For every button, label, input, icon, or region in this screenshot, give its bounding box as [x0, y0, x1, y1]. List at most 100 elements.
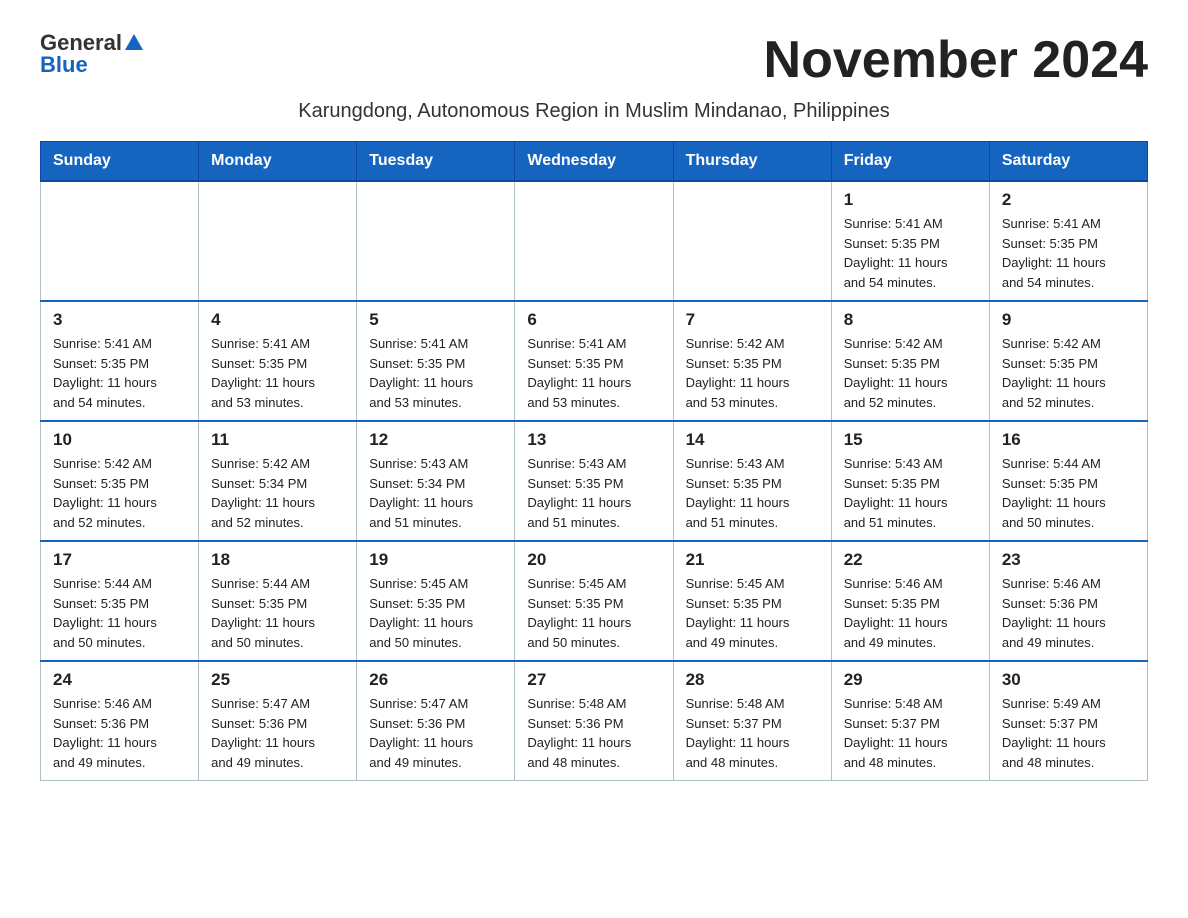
day-number: 15 — [844, 430, 977, 450]
calendar-cell: 21 Sunrise: 5:45 AM Sunset: 5:35 PM Dayli… — [673, 541, 831, 661]
day-info: Sunrise: 5:43 AM Sunset: 5:35 PM Dayligh… — [527, 454, 660, 532]
calendar-header: SundayMondayTuesdayWednesdayThursdayFrid… — [41, 142, 1148, 182]
day-info: Sunrise: 5:47 AM Sunset: 5:36 PM Dayligh… — [369, 694, 502, 772]
col-header-monday: Monday — [199, 142, 357, 182]
calendar-week-2: 3 Sunrise: 5:41 AM Sunset: 5:35 PM Daylig… — [41, 301, 1148, 421]
day-info: Sunrise: 5:42 AM Sunset: 5:34 PM Dayligh… — [211, 454, 344, 532]
day-number: 2 — [1002, 190, 1135, 210]
day-number: 13 — [527, 430, 660, 450]
day-number: 3 — [53, 310, 186, 330]
day-number: 1 — [844, 190, 977, 210]
calendar-cell — [673, 181, 831, 301]
day-number: 20 — [527, 550, 660, 570]
calendar-cell: 18 Sunrise: 5:44 AM Sunset: 5:35 PM Dayli… — [199, 541, 357, 661]
calendar-cell: 27 Sunrise: 5:48 AM Sunset: 5:36 PM Dayli… — [515, 661, 673, 781]
calendar-cell: 28 Sunrise: 5:48 AM Sunset: 5:37 PM Dayli… — [673, 661, 831, 781]
day-info: Sunrise: 5:46 AM Sunset: 5:36 PM Dayligh… — [1002, 574, 1135, 652]
calendar-cell: 8 Sunrise: 5:42 AM Sunset: 5:35 PM Daylig… — [831, 301, 989, 421]
day-number: 21 — [686, 550, 819, 570]
day-number: 22 — [844, 550, 977, 570]
logo: General Blue — [40, 30, 143, 78]
logo-blue: Blue — [40, 52, 88, 78]
day-info: Sunrise: 5:41 AM Sunset: 5:35 PM Dayligh… — [53, 334, 186, 412]
calendar-week-5: 24 Sunrise: 5:46 AM Sunset: 5:36 PM Dayli… — [41, 661, 1148, 781]
day-number: 25 — [211, 670, 344, 690]
day-info: Sunrise: 5:42 AM Sunset: 5:35 PM Dayligh… — [686, 334, 819, 412]
day-info: Sunrise: 5:45 AM Sunset: 5:35 PM Dayligh… — [527, 574, 660, 652]
calendar-subtitle: Karungdong, Autonomous Region in Muslim … — [40, 100, 1148, 123]
day-number: 24 — [53, 670, 186, 690]
day-info: Sunrise: 5:44 AM Sunset: 5:35 PM Dayligh… — [1002, 454, 1135, 532]
day-number: 7 — [686, 310, 819, 330]
calendar-cell — [199, 181, 357, 301]
col-header-tuesday: Tuesday — [357, 142, 515, 182]
calendar-cell: 11 Sunrise: 5:42 AM Sunset: 5:34 PM Dayli… — [199, 421, 357, 541]
calendar-cell: 16 Sunrise: 5:44 AM Sunset: 5:35 PM Dayli… — [989, 421, 1147, 541]
col-header-sunday: Sunday — [41, 142, 199, 182]
day-number: 8 — [844, 310, 977, 330]
day-info: Sunrise: 5:43 AM Sunset: 5:35 PM Dayligh… — [686, 454, 819, 532]
day-info: Sunrise: 5:42 AM Sunset: 5:35 PM Dayligh… — [1002, 334, 1135, 412]
day-number: 30 — [1002, 670, 1135, 690]
calendar-week-4: 17Sunrise: 5:44 AM Sunset: 5:35 PM Dayli… — [41, 541, 1148, 661]
calendar-cell: 25 Sunrise: 5:47 AM Sunset: 5:36 PM Dayli… — [199, 661, 357, 781]
day-info: Sunrise: 5:42 AM Sunset: 5:35 PM Dayligh… — [844, 334, 977, 412]
day-number: 12 — [369, 430, 502, 450]
day-info: Sunrise: 5:44 AM Sunset: 5:35 PM Dayligh… — [211, 574, 344, 652]
calendar-cell: 12 Sunrise: 5:43 AM Sunset: 5:34 PM Dayli… — [357, 421, 515, 541]
day-number: 6 — [527, 310, 660, 330]
day-info: Sunrise: 5:49 AM Sunset: 5:37 PM Dayligh… — [1002, 694, 1135, 772]
day-info: Sunrise: 5:41 AM Sunset: 5:35 PM Dayligh… — [1002, 214, 1135, 292]
calendar-week-1: 1 Sunrise: 5:41 AM Sunset: 5:35 PM Daylig… — [41, 181, 1148, 301]
calendar-table: SundayMondayTuesdayWednesdayThursdayFrid… — [40, 141, 1148, 781]
calendar-cell: 17Sunrise: 5:44 AM Sunset: 5:35 PM Dayli… — [41, 541, 199, 661]
day-number: 26 — [369, 670, 502, 690]
day-info: Sunrise: 5:41 AM Sunset: 5:35 PM Dayligh… — [527, 334, 660, 412]
day-info: Sunrise: 5:46 AM Sunset: 5:35 PM Dayligh… — [844, 574, 977, 652]
day-info: Sunrise: 5:45 AM Sunset: 5:35 PM Dayligh… — [686, 574, 819, 652]
col-header-friday: Friday — [831, 142, 989, 182]
calendar-cell — [515, 181, 673, 301]
day-info: Sunrise: 5:48 AM Sunset: 5:36 PM Dayligh… — [527, 694, 660, 772]
day-info: Sunrise: 5:47 AM Sunset: 5:36 PM Dayligh… — [211, 694, 344, 772]
calendar-cell: 19Sunrise: 5:45 AM Sunset: 5:35 PM Dayli… — [357, 541, 515, 661]
day-info: Sunrise: 5:43 AM Sunset: 5:35 PM Dayligh… — [844, 454, 977, 532]
day-number: 27 — [527, 670, 660, 690]
calendar-cell: 9 Sunrise: 5:42 AM Sunset: 5:35 PM Daylig… — [989, 301, 1147, 421]
calendar-cell: 15 Sunrise: 5:43 AM Sunset: 5:35 PM Dayli… — [831, 421, 989, 541]
day-number: 16 — [1002, 430, 1135, 450]
col-header-thursday: Thursday — [673, 142, 831, 182]
calendar-cell: 14 Sunrise: 5:43 AM Sunset: 5:35 PM Dayli… — [673, 421, 831, 541]
calendar-cell: 10Sunrise: 5:42 AM Sunset: 5:35 PM Dayli… — [41, 421, 199, 541]
calendar-cell: 26 Sunrise: 5:47 AM Sunset: 5:36 PM Dayli… — [357, 661, 515, 781]
calendar-header-row: SundayMondayTuesdayWednesdayThursdayFrid… — [41, 142, 1148, 182]
day-number: 14 — [686, 430, 819, 450]
day-number: 9 — [1002, 310, 1135, 330]
calendar-cell: 30 Sunrise: 5:49 AM Sunset: 5:37 PM Dayli… — [989, 661, 1147, 781]
day-info: Sunrise: 5:42 AM Sunset: 5:35 PM Dayligh… — [53, 454, 186, 532]
day-info: Sunrise: 5:41 AM Sunset: 5:35 PM Dayligh… — [844, 214, 977, 292]
day-info: Sunrise: 5:44 AM Sunset: 5:35 PM Dayligh… — [53, 574, 186, 652]
page-header: General Blue November 2024 — [40, 30, 1148, 90]
day-info: Sunrise: 5:48 AM Sunset: 5:37 PM Dayligh… — [686, 694, 819, 772]
calendar-cell: 5Sunrise: 5:41 AM Sunset: 5:35 PM Daylig… — [357, 301, 515, 421]
col-header-saturday: Saturday — [989, 142, 1147, 182]
day-number: 18 — [211, 550, 344, 570]
day-info: Sunrise: 5:41 AM Sunset: 5:35 PM Dayligh… — [211, 334, 344, 412]
day-info: Sunrise: 5:45 AM Sunset: 5:35 PM Dayligh… — [369, 574, 502, 652]
day-number: 11 — [211, 430, 344, 450]
day-number: 28 — [686, 670, 819, 690]
calendar-cell: 6 Sunrise: 5:41 AM Sunset: 5:35 PM Daylig… — [515, 301, 673, 421]
calendar-cell: 20 Sunrise: 5:45 AM Sunset: 5:35 PM Dayli… — [515, 541, 673, 661]
calendar-cell: 2 Sunrise: 5:41 AM Sunset: 5:35 PM Daylig… — [989, 181, 1147, 301]
calendar-week-3: 10Sunrise: 5:42 AM Sunset: 5:35 PM Dayli… — [41, 421, 1148, 541]
calendar-cell: 13 Sunrise: 5:43 AM Sunset: 5:35 PM Dayli… — [515, 421, 673, 541]
day-info: Sunrise: 5:46 AM Sunset: 5:36 PM Dayligh… — [53, 694, 186, 772]
calendar-cell: 3 Sunrise: 5:41 AM Sunset: 5:35 PM Daylig… — [41, 301, 199, 421]
calendar-cell: 23Sunrise: 5:46 AM Sunset: 5:36 PM Dayli… — [989, 541, 1147, 661]
calendar-cell: 24 Sunrise: 5:46 AM Sunset: 5:36 PM Dayli… — [41, 661, 199, 781]
calendar-cell: 4Sunrise: 5:41 AM Sunset: 5:35 PM Daylig… — [199, 301, 357, 421]
day-number: 29 — [844, 670, 977, 690]
day-info: Sunrise: 5:43 AM Sunset: 5:34 PM Dayligh… — [369, 454, 502, 532]
col-header-wednesday: Wednesday — [515, 142, 673, 182]
